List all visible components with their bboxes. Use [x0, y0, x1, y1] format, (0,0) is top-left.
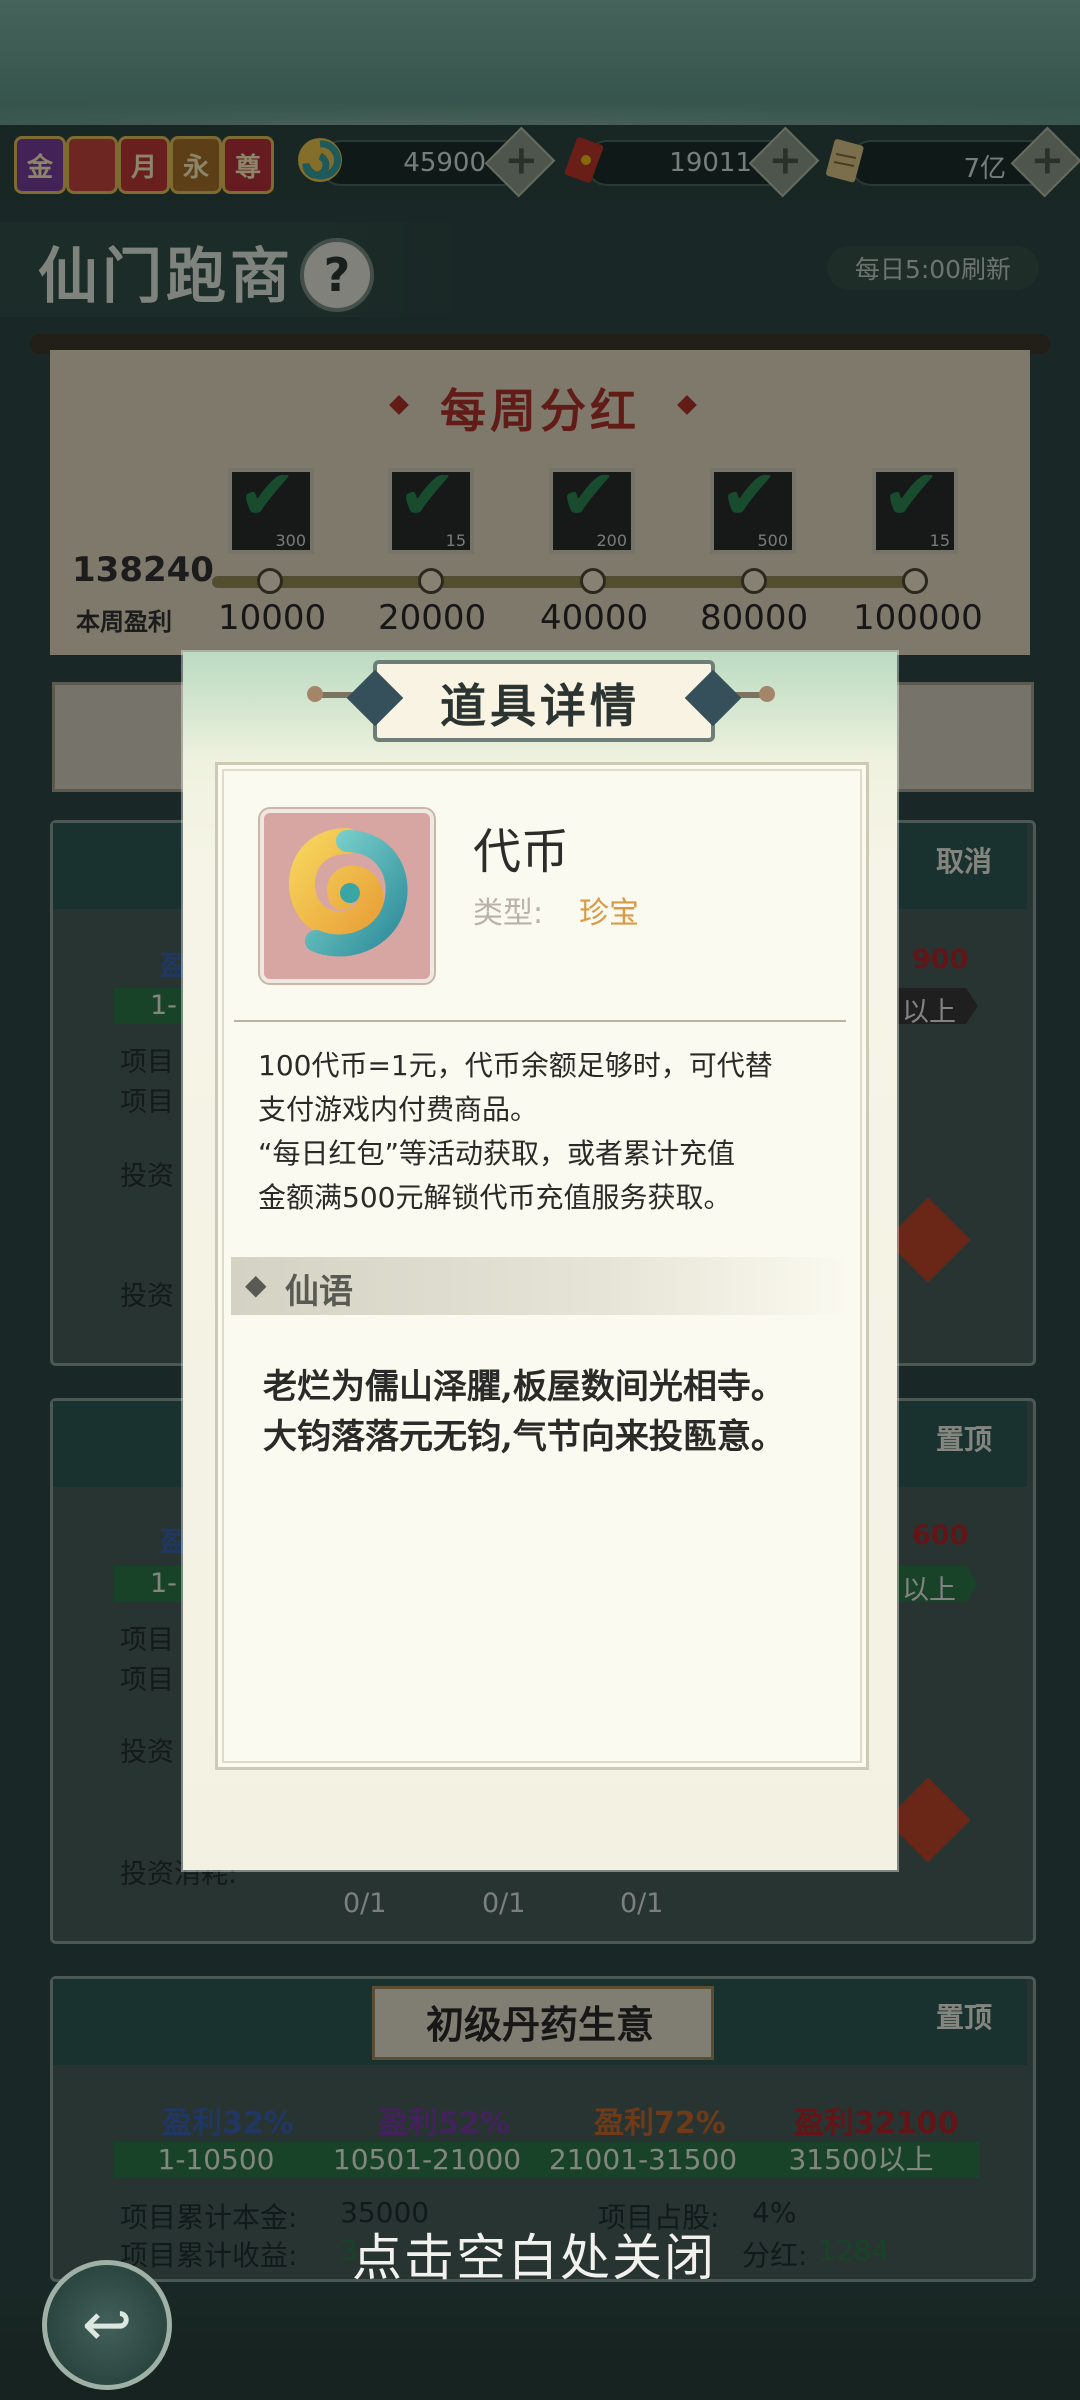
divider: [234, 1020, 846, 1022]
poem-line: 大钧落落元无钧,气节向来投匦意。: [263, 1417, 785, 1457]
back-button[interactable]: ↩: [42, 2260, 172, 2390]
item-name: 代币: [473, 824, 570, 880]
item-type-label: 类型:: [473, 896, 544, 931]
token-coin-icon: [289, 828, 408, 957]
back-arrow-icon: ↩: [81, 2290, 133, 2360]
close-hint[interactable]: 点击空白处关闭: [352, 2218, 716, 2290]
poem-line: 老烂为儒山泽臞,板屋数间光相寺。: [263, 1367, 785, 1407]
flavor-poem: 老烂为儒山泽臞,板屋数间光相寺。 大钧落落元无钧,气节向来投匦意。: [263, 1362, 843, 1462]
section-title: 仙语: [285, 1272, 353, 1312]
modal-title: 道具详情: [440, 679, 640, 733]
title-rod-knob: [307, 686, 323, 702]
item-detail-modal: 道具详情 代币 类型: 珍宝 100代币=1元，代币余额足够时，可代替 支付游戏…: [183, 652, 897, 1870]
title-rod-knob: [759, 686, 775, 702]
description-line: 金额满500元解锁代币充值服务获取。: [258, 1181, 732, 1214]
description-line: 支付游戏内付费商品。: [258, 1093, 539, 1126]
description-line: “每日红包”等活动获取，或者累计充值: [258, 1137, 736, 1170]
item-description: 100代币=1元，代币余额足够时，可代替 支付游戏内付费商品。 “每日红包”等活…: [258, 1044, 818, 1220]
diamond-arrow-icon: ◆: [245, 1268, 267, 1301]
item-icon-frame: [260, 809, 434, 983]
description-line: 100代币=1元，代币余额足够时，可代替: [258, 1049, 773, 1082]
item-type-value: 珍宝: [579, 896, 639, 931]
